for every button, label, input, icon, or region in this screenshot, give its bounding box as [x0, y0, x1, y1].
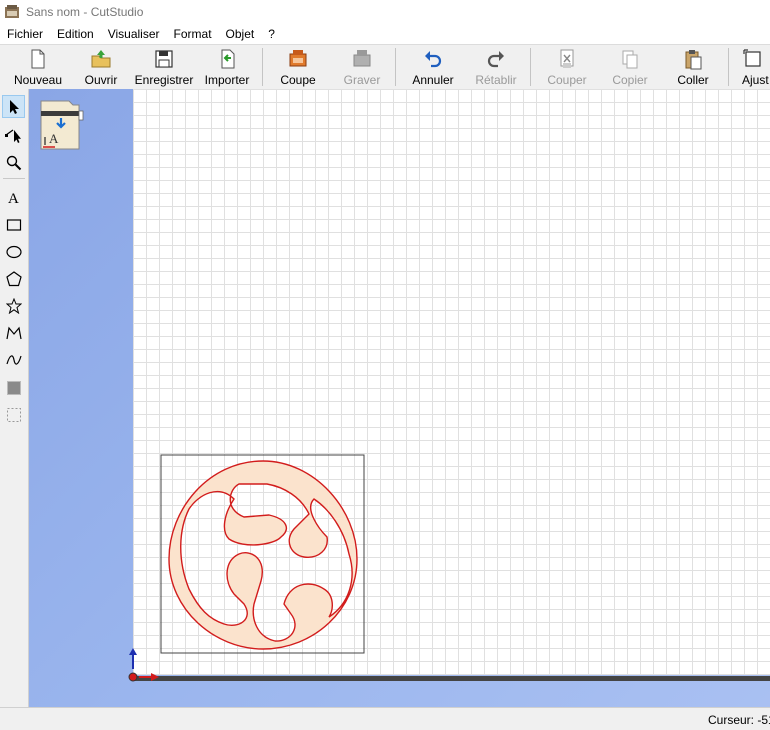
origin-marker[interactable] [128, 672, 138, 682]
cutstudio-app-icon[interactable] [4, 4, 20, 20]
selection-frame-tool[interactable] [2, 403, 25, 426]
polygon-icon [5, 270, 22, 286]
import-label: Importer [204, 73, 250, 87]
undo-button[interactable]: Annuler [410, 47, 456, 87]
open-folder-icon [91, 50, 111, 68]
copy-icon [622, 50, 638, 69]
engrave-label: Graver [343, 73, 381, 87]
window-title: Sans nom - CutStudio [26, 5, 144, 19]
rectangle-icon [6, 218, 21, 231]
text-tool[interactable]: A [2, 185, 25, 208]
x-axis-arrowhead [151, 673, 159, 681]
open-button[interactable]: Ouvrir [78, 47, 124, 87]
copy-button[interactable]: Copier [609, 47, 651, 87]
cut-job-button[interactable]: Coupe [278, 47, 318, 87]
fill-tool[interactable] [2, 376, 25, 399]
node-edit-icon [4, 129, 21, 143]
tool-separator [3, 178, 25, 179]
open-label: Ouvrir [84, 73, 118, 87]
paste-clipboard-icon [685, 50, 702, 70]
toolbar-separator [728, 48, 729, 86]
new-label: Nouveau [13, 73, 63, 87]
engraver-icon [353, 50, 371, 67]
undo-arrow-icon [425, 51, 442, 68]
menu-format[interactable]: Format [167, 27, 219, 41]
zoom-tool[interactable] [2, 151, 25, 174]
redo-button[interactable]: Rétablir [473, 47, 519, 87]
curve-tool[interactable] [2, 348, 25, 371]
new-button[interactable]: Nouveau [12, 47, 64, 87]
select-arrow-icon [9, 99, 19, 114]
fit-page-icon [743, 49, 761, 67]
toolbar-separator [530, 48, 531, 86]
cut-label: Couper [547, 73, 587, 87]
scissors-icon [560, 49, 574, 68]
triskelion-shape[interactable] [168, 460, 358, 650]
title-bar: Sans nom - CutStudio [0, 0, 770, 24]
polyline-icon [5, 326, 22, 339]
workspace[interactable]: A [29, 89, 770, 707]
status-bar: Curseur: -51 [0, 707, 770, 730]
redo-label: Rétablir [475, 73, 517, 87]
y-axis-arrowhead [129, 648, 137, 655]
engrave-button[interactable]: Graver [340, 47, 384, 87]
import-button[interactable]: Importer [202, 47, 252, 87]
drawing-layer [128, 454, 365, 682]
save-disk-icon [155, 50, 173, 68]
paste-button[interactable]: Coller [674, 47, 712, 87]
cutter-machine-icon [289, 50, 307, 67]
toolbar-separator [395, 48, 396, 86]
fit-button[interactable]: Ajust [742, 47, 770, 87]
save-label: Enregistrer [134, 73, 194, 87]
cut-button[interactable]: Couper [545, 47, 589, 87]
zoom-icon [6, 155, 21, 170]
ellipse-icon [5, 245, 22, 258]
select-tool[interactable] [2, 95, 25, 118]
menu-bar: Fichier Edition Visualiser Format Objet … [0, 24, 770, 44]
svg-text:A: A [8, 191, 19, 205]
selection-frame-icon [6, 407, 21, 422]
import-icon [221, 49, 235, 69]
menu-visualiser[interactable]: Visualiser [101, 27, 167, 41]
paste-label: Coller [677, 73, 709, 87]
fill-icon [6, 380, 21, 395]
menu-objet[interactable]: Objet [219, 27, 262, 41]
toolbar: Nouveau Ouvrir Enregistrer Importer Coup… [0, 44, 770, 90]
cursor-position: Curseur: -51 [708, 713, 770, 727]
menu-fichier[interactable]: Fichier [0, 27, 50, 41]
node-edit-tool[interactable] [2, 123, 25, 146]
polygon-tool[interactable] [2, 267, 25, 290]
text-tool-icon: A [8, 191, 19, 205]
cut-job-label: Coupe [280, 73, 316, 87]
polyline-tool[interactable] [2, 321, 25, 344]
fit-label: Ajust [742, 73, 769, 87]
new-document-icon [31, 49, 45, 69]
undo-label: Annuler [412, 73, 454, 87]
save-button[interactable]: Enregistrer [134, 47, 194, 87]
star-icon [5, 297, 22, 314]
redo-arrow-icon [487, 51, 504, 68]
toolbar-separator [262, 48, 263, 86]
tool-palette: A [0, 89, 29, 707]
menu-edition[interactable]: Edition [50, 27, 101, 41]
copy-label: Copier [612, 73, 648, 87]
curve-icon [5, 354, 22, 365]
rectangle-tool[interactable] [2, 213, 25, 236]
ellipse-tool[interactable] [2, 240, 25, 263]
star-tool[interactable] [2, 294, 25, 317]
menu-help[interactable]: ? [261, 27, 282, 41]
